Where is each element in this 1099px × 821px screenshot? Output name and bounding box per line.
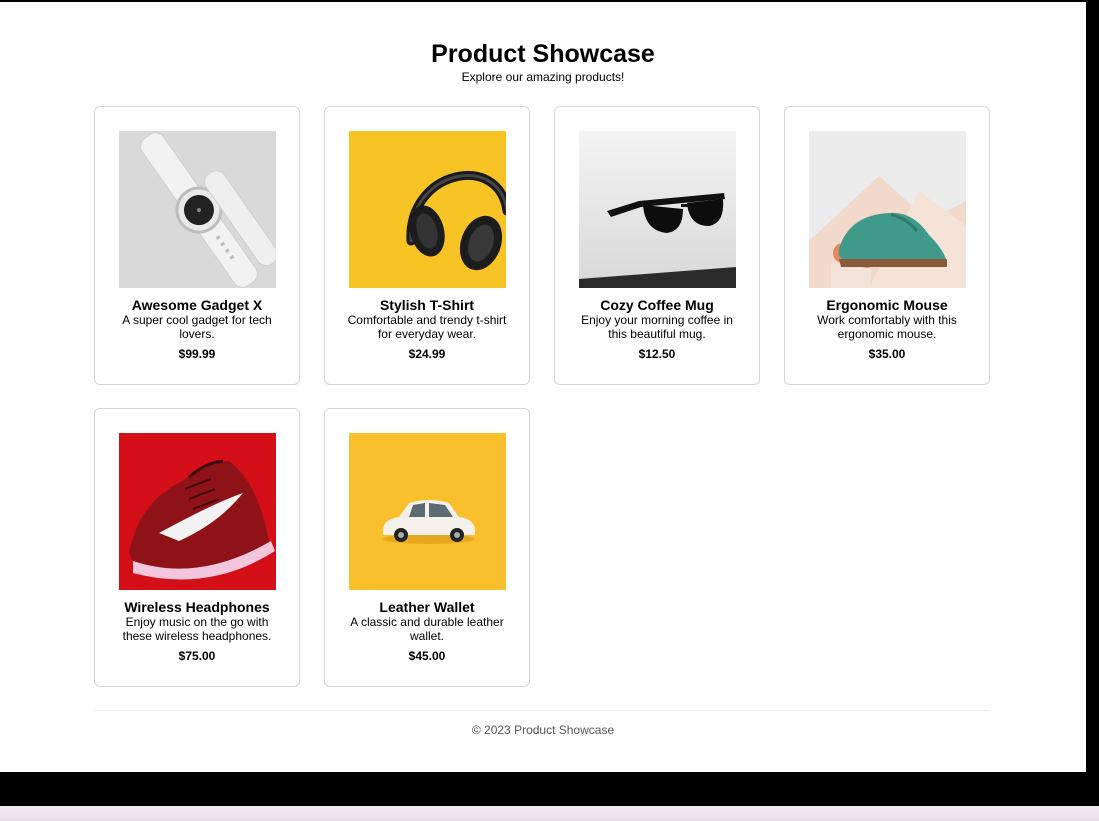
product-card[interactable]: Leather Wallet A classic and durable lea… <box>324 408 530 687</box>
product-price: $12.50 <box>638 347 676 361</box>
footer-divider <box>94 710 990 711</box>
sunglasses-photo <box>579 131 736 288</box>
product-card[interactable]: Awesome Gadget X A super cool gadget for… <box>94 106 300 385</box>
shoe-photo <box>809 131 966 288</box>
product-price: $24.99 <box>408 347 446 361</box>
product-description: Comfortable and trendy t-shirt for every… <box>347 313 507 341</box>
product-name[interactable]: Cozy Coffee Mug <box>555 297 759 313</box>
headphones-photo <box>349 131 506 288</box>
product-name[interactable]: Awesome Gadget X <box>95 297 299 313</box>
page-subtitle: Explore our amazing products! <box>461 70 625 84</box>
product-name[interactable]: Leather Wallet <box>325 599 529 615</box>
product-name[interactable]: Stylish T-Shirt <box>325 297 529 313</box>
product-description: Enjoy your morning coffee in this beauti… <box>581 313 733 341</box>
product-description: Work comfortably with this ergonomic mou… <box>817 313 957 341</box>
product-description: Enjoy music on the go with these wireles… <box>122 615 272 643</box>
sneaker-photo <box>119 433 276 590</box>
sunglasses-image[interactable] <box>579 131 736 288</box>
product-card[interactable]: Cozy Coffee Mug Enjoy your morning coffe… <box>554 106 760 385</box>
smartwatch-photo <box>119 131 276 288</box>
page-title: Product Showcase <box>431 40 655 68</box>
product-description: A classic and durable leather wallet. <box>350 615 504 643</box>
footer-copyright: © 2023 Product Showcase <box>471 723 615 737</box>
product-price: $35.00 <box>868 347 906 361</box>
headphones-image[interactable] <box>349 131 506 288</box>
smartwatch-image[interactable] <box>119 131 276 288</box>
product-price: $99.99 <box>178 347 216 361</box>
product-price: $45.00 <box>408 649 446 663</box>
product-card[interactable]: Ergonomic Mouse Work comfortably with th… <box>784 106 990 385</box>
page: Product Showcase Explore our amazing pro… <box>0 0 1086 772</box>
product-description: A super cool gadget for tech lovers. <box>122 313 272 341</box>
product-name[interactable]: Ergonomic Mouse <box>785 297 989 313</box>
desktop-background-strip <box>0 806 1099 821</box>
product-card[interactable]: Stylish T-Shirt Comfortable and trendy t… <box>324 106 530 385</box>
product-price: $75.00 <box>178 649 216 663</box>
page-header: Product Showcase Explore our amazing pro… <box>0 40 1086 85</box>
sneaker-image[interactable] <box>119 433 276 590</box>
toy-car-image[interactable] <box>349 433 506 590</box>
shoe-image[interactable] <box>809 131 966 288</box>
product-name[interactable]: Wireless Headphones <box>95 599 299 615</box>
toy-car-photo <box>349 433 506 590</box>
product-card[interactable]: Wireless Headphones Enjoy music on the g… <box>94 408 300 687</box>
